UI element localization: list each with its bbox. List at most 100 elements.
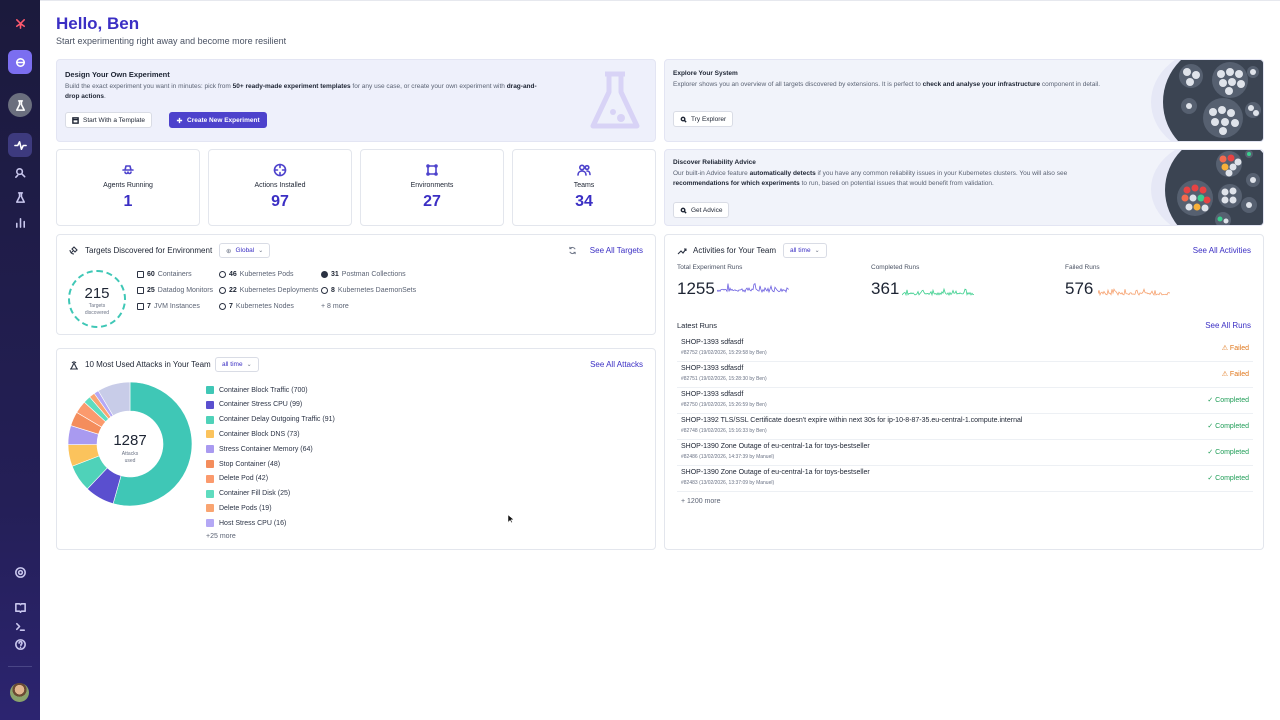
settings-icon[interactable] [8, 560, 32, 584]
get-advice-button[interactable]: Get Advice [673, 202, 730, 218]
kubernetes-deployment-icon [219, 287, 226, 294]
legend-item[interactable]: Host Stress CPU (16) [206, 519, 286, 528]
legend-item[interactable]: Stop Container (48) [206, 460, 280, 468]
stat-value: 97 [271, 193, 289, 210]
environment-dropdown[interactable]: ⊕ Global ⌄ [219, 243, 271, 258]
legend-item[interactable]: Container Block DNS (73) [206, 430, 300, 439]
run-row[interactable]: SHOP-1392 TLS/SSL Certificate doesn't ex… [677, 414, 1253, 440]
more-runs-link[interactable]: + 1200 more [681, 498, 721, 505]
target-type-containers[interactable]: 60 Containers [137, 271, 192, 278]
explorer-icon[interactable] [8, 160, 32, 184]
legend-swatch [206, 386, 214, 394]
legend-label: Container Stress CPU (99) [219, 401, 303, 409]
see-all-runs-link[interactable]: See All Runs [1205, 321, 1251, 330]
legend-swatch [206, 489, 214, 498]
advice-small-icon [680, 207, 687, 214]
target-type-postman-collections[interactable]: 31 Postman Collections [321, 271, 406, 278]
attacks-title: 10 Most Used Attacks in Your Team [85, 360, 211, 369]
environments-stat[interactable]: Environments 27 [360, 149, 504, 226]
target-type-kubernetes-pods[interactable]: 46 Kubernetes Pods [219, 271, 294, 278]
attacks-period-dropdown[interactable]: all time ⌄ [215, 357, 259, 372]
more-attacks-link[interactable]: +25 more [206, 533, 236, 540]
see-all-attacks-link[interactable]: See All Attacks [590, 360, 643, 369]
target-type-datadog-monitors[interactable]: 25 Datadog Monitors [137, 287, 213, 294]
start-with-template-button[interactable]: Start With a Template [65, 112, 153, 128]
reports-icon[interactable] [8, 210, 32, 234]
status-badge: ✓ Completed [1207, 475, 1249, 482]
total-runs-label: Total Experiment Runs [677, 264, 743, 271]
user-avatar[interactable] [10, 683, 29, 702]
completed-runs-label: Completed Runs [871, 264, 920, 271]
targets-total-label: Targets discovered [84, 303, 110, 316]
advice-bubbles-illustration [1151, 150, 1263, 225]
status-badge: ⚠ Failed [1221, 345, 1249, 352]
check-icon: ✓ [1207, 475, 1214, 482]
target-type-kubernetes-daemonsets[interactable]: 8 Kubernetes DaemonSets [321, 287, 416, 294]
advice-panel-title: Discover Reliability Advice [673, 159, 756, 166]
attack-icon [70, 361, 78, 370]
completed-runs-sparkline [902, 287, 974, 297]
design-panel-text: Build the exact experiment you want in m… [65, 83, 537, 101]
run-row[interactable]: SHOP-1393 sdfasdf #82751 (19/02/2026, 15… [677, 362, 1253, 388]
legend-swatch [206, 504, 214, 513]
legend-item[interactable]: Container Delay Outgoing Traffic (91) [206, 415, 335, 424]
actions-installed-stat[interactable]: Actions Installed 97 [208, 149, 352, 226]
legend-item[interactable]: Container Block Traffic (700) [206, 386, 308, 394]
legend-item[interactable]: Container Stress CPU (99) [206, 400, 303, 409]
logo-icon[interactable] [8, 11, 32, 35]
agents-running-stat[interactable]: Agents Running 1 [56, 149, 200, 226]
datadog-icon [137, 287, 144, 294]
target-type-kubernetes-nodes[interactable]: 7 Kubernetes Nodes [219, 303, 294, 310]
jvm-icon [137, 303, 144, 310]
environment-icon [426, 164, 438, 176]
kubernetes-daemonset-icon [321, 287, 328, 294]
teams-stat[interactable]: Teams 34 [512, 149, 656, 226]
legend-item[interactable]: Container Fill Disk (25) [206, 489, 290, 498]
flask-illustration-icon [590, 71, 640, 129]
targets-total-ring: 215 Targets discovered [68, 270, 126, 328]
legend-label: Stop Container (48) [219, 460, 281, 468]
legend-swatch [206, 430, 214, 439]
flask-workspace-icon[interactable] [8, 93, 32, 117]
stat-label: Agents Running [103, 182, 153, 189]
globe-icon: ⊕ [226, 247, 232, 255]
more-targets-link[interactable]: + 8 more [321, 303, 349, 310]
attacks-total-value: 1287 [113, 432, 147, 449]
run-row[interactable]: SHOP-1393 sdfasdf #82752 (19/02/2026, 15… [677, 336, 1253, 362]
sparkline-path [902, 287, 974, 297]
explore-panel-text: Explorer shows you an overview of all ta… [673, 81, 1101, 88]
mouse-cursor-icon [507, 514, 514, 524]
stat-label: Environments [410, 182, 454, 189]
legend-item[interactable]: Delete Pods (19) [206, 504, 272, 513]
reliability-advice-panel: Discover Reliability Advice Our built-in… [664, 149, 1264, 226]
help-icon[interactable] [8, 632, 32, 656]
workspace-avatar-icon[interactable] [8, 50, 32, 74]
attacks-total-label: Attacks used [121, 451, 139, 464]
warning-icon: ⚠ [1221, 371, 1228, 378]
activities-period-dropdown[interactable]: all time ⌄ [783, 243, 827, 258]
status-badge: ⚠ Failed [1221, 371, 1249, 378]
targets-title: Targets Discovered for Environment [85, 246, 213, 255]
check-icon: ✓ [1207, 423, 1214, 430]
create-new-experiment-button[interactable]: Create New Experiment [169, 112, 267, 128]
legend-item[interactable]: Delete Pod (42) [206, 474, 268, 483]
activity-icon[interactable] [8, 133, 32, 157]
run-row[interactable]: SHOP-1390 Zone Outage of eu-central-1a f… [677, 440, 1253, 466]
target-type-jvm-instances[interactable]: 7 JVM Instances [137, 303, 200, 310]
experiments-icon[interactable] [8, 185, 32, 209]
run-row[interactable]: SHOP-1393 sdfasdf #82750 (19/02/2026, 15… [677, 388, 1253, 414]
page-subtitle: Start experimenting right away and becom… [56, 36, 287, 46]
crosshair-icon [273, 163, 287, 177]
try-explorer-button[interactable]: Try Explorer [673, 111, 734, 127]
see-all-activities-link[interactable]: See All Activities [1193, 246, 1251, 255]
failed-runs-value: 576 [1065, 279, 1094, 298]
see-all-targets-link[interactable]: See All Targets [590, 246, 643, 255]
run-row[interactable]: SHOP-1390 Zone Outage of eu-central-1a f… [677, 466, 1253, 492]
status-badge: ✓ Completed [1207, 449, 1249, 456]
agent-icon [122, 165, 134, 175]
legend-item[interactable]: Stress Container Memory (64) [206, 445, 313, 454]
legend-label: Container Block Traffic (700) [219, 386, 308, 394]
target-type-kubernetes-deployments[interactable]: 22 Kubernetes Deployments [219, 287, 318, 294]
sparkline-path [1098, 288, 1170, 297]
refresh-icon[interactable] [568, 246, 577, 255]
